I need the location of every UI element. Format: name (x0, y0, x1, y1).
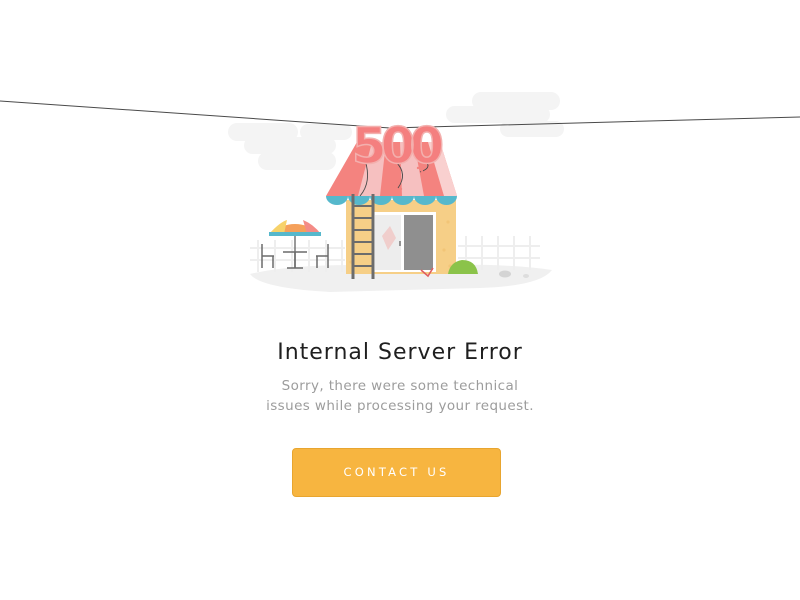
error-message-line-2: issues while processing your request. (266, 397, 534, 414)
cloud-right (446, 92, 564, 137)
error-title: Internal Server Error (277, 340, 523, 365)
balloon-number-500: 500 (352, 117, 443, 175)
error-message-line-1: Sorry, there were some technical (281, 378, 519, 394)
error-page: 500 Internal Server Error Sorry, there w… (0, 0, 800, 600)
shop-building (346, 200, 456, 274)
pebble-icon (523, 274, 529, 278)
error-message: Sorry, there were some technical issues … (230, 377, 570, 416)
storefront-illustration: 500 (0, 92, 800, 292)
rock-icon (499, 270, 511, 278)
contact-us-button[interactable]: CONTACT US (292, 448, 501, 497)
cloud-left (228, 123, 352, 170)
